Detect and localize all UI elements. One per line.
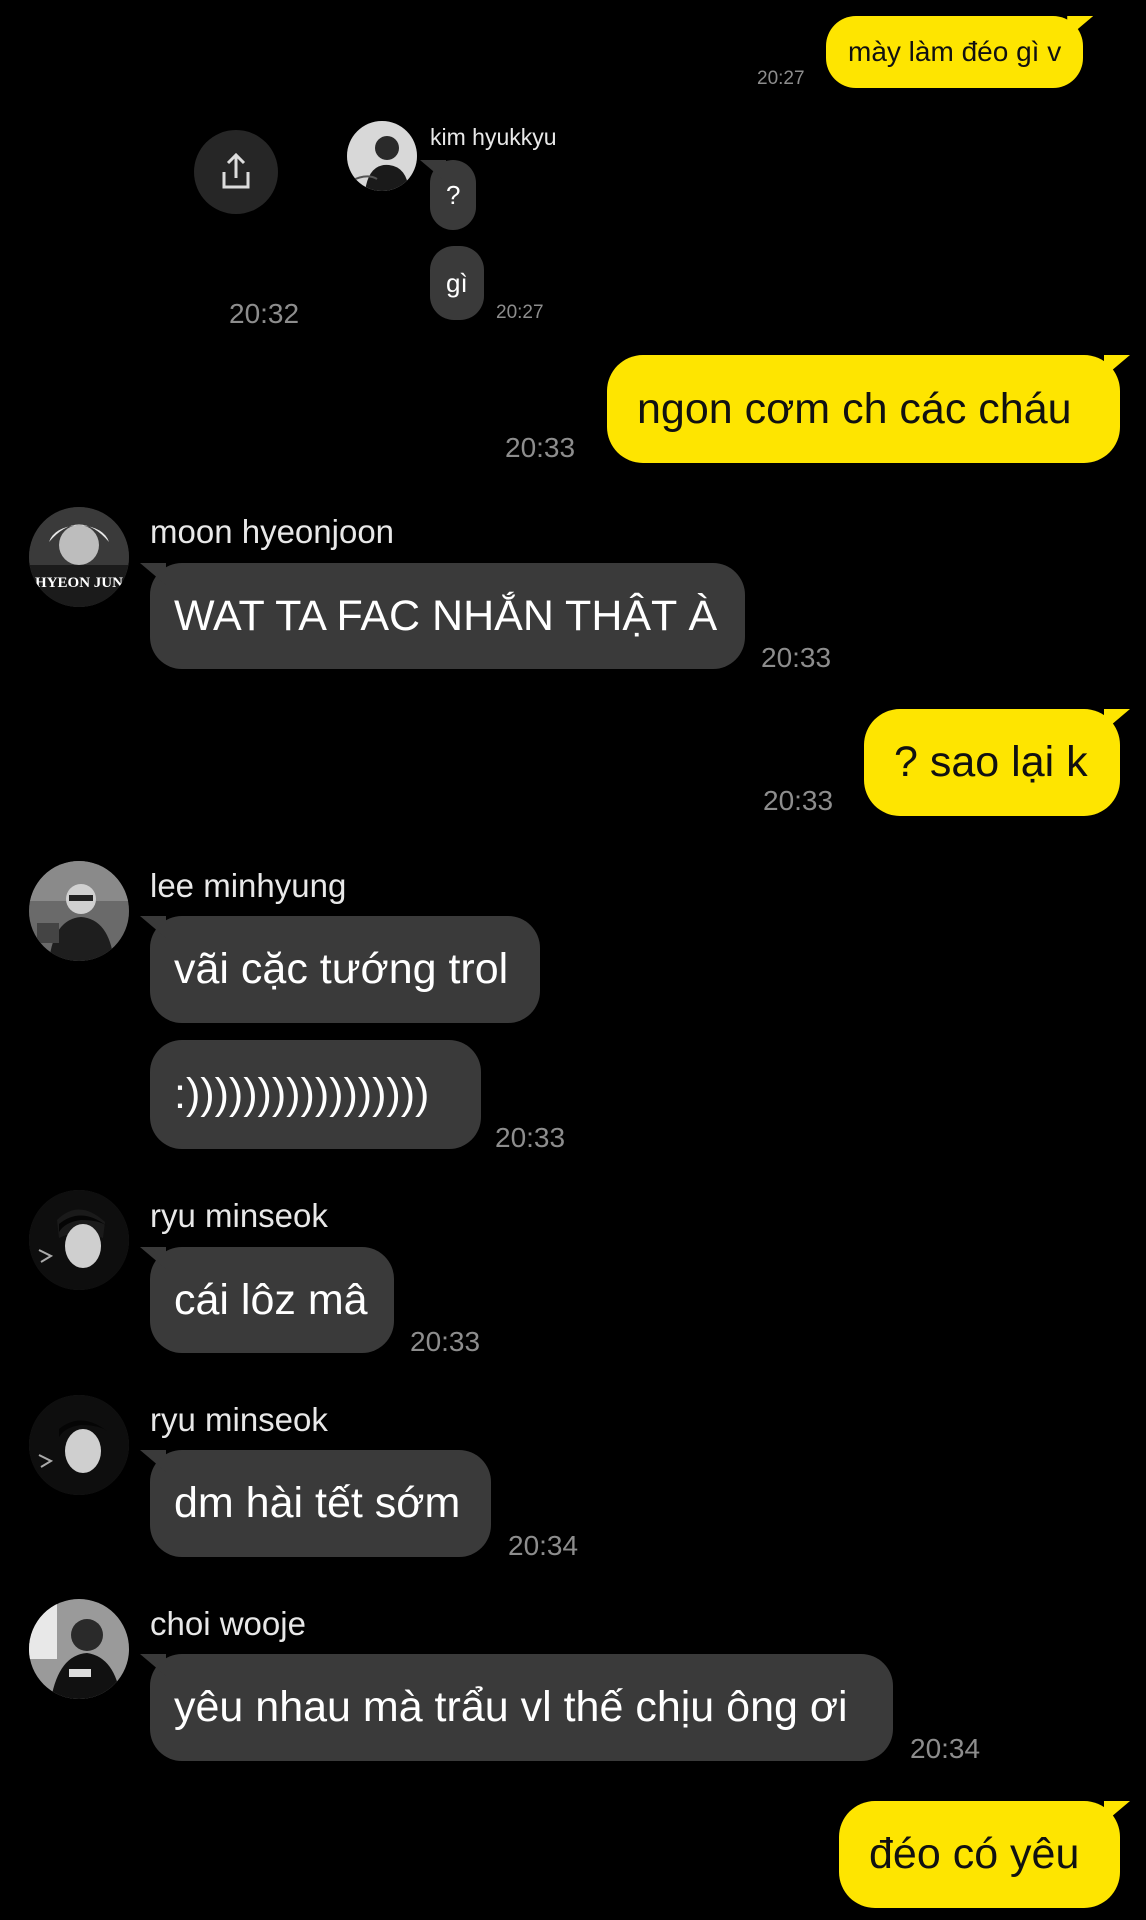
share-icon	[222, 152, 250, 189]
timestamp: 20:34	[508, 1530, 579, 1561]
message-bubble-outgoing[interactable]: mày làm đéo gì v	[826, 16, 1084, 88]
timestamp: 20:33	[763, 785, 834, 816]
avatar-photo	[347, 121, 417, 191]
avatar[interactable]	[29, 1599, 129, 1699]
avatar-photo	[29, 861, 129, 961]
timestamp: 20:33	[505, 432, 576, 463]
avatar-photo	[29, 1599, 129, 1699]
message-bubble-incoming[interactable]: dm hài tết sớm	[150, 1450, 491, 1557]
message-bubble-incoming[interactable]: gì	[430, 246, 484, 320]
message-bubble-outgoing[interactable]: đéo có yêu	[839, 1801, 1120, 1908]
sender-name: ryu minseok	[150, 1197, 328, 1234]
message-bubble-incoming[interactable]: :)))))))))))))))))	[150, 1040, 481, 1149]
avatar[interactable]	[29, 1190, 129, 1290]
sender-name: ryu minseok	[150, 1401, 328, 1438]
message-bubble-incoming[interactable]: yêu nhau mà trẩu vl thế chịu ông ơi	[150, 1654, 893, 1761]
timestamp: 20:27	[757, 68, 805, 89]
message-bubble-incoming[interactable]: vãi cặc tướng trol	[150, 916, 540, 1023]
avatar-photo	[29, 1395, 129, 1495]
avatar[interactable]	[29, 861, 129, 961]
avatar-caption: HYEON JUN	[35, 575, 123, 591]
sender-name: lee minhyung	[150, 867, 347, 904]
avatar-photo	[29, 1190, 129, 1290]
avatar[interactable]	[29, 1395, 129, 1495]
avatar[interactable]	[347, 121, 417, 191]
timestamp: 20:27	[496, 302, 544, 323]
timestamp: 20:34	[910, 1733, 981, 1764]
message-bubble-outgoing[interactable]: ngon cơm ch các cháu	[607, 355, 1120, 463]
sender-name: moon hyeonjoon	[150, 513, 395, 550]
timestamp: 20:33	[761, 642, 832, 673]
avatar-photo: HYEON JUN	[29, 507, 129, 607]
timestamp: 20:33	[410, 1326, 481, 1357]
avatar[interactable]: HYEON JUN	[29, 507, 129, 607]
share-button[interactable]	[194, 130, 278, 214]
sender-name: choi wooje	[150, 1605, 306, 1642]
message-bubble-outgoing[interactable]: ? sao lại k	[864, 709, 1120, 816]
timestamp: 20:32	[229, 298, 300, 329]
message-bubble-incoming[interactable]: ?	[430, 160, 477, 230]
message-bubble-incoming[interactable]: WAT TA FAC NHẮN THẬT À	[150, 563, 745, 669]
message-bubble-incoming[interactable]: cái lôz mâ	[150, 1247, 394, 1353]
timestamp: 20:33	[495, 1122, 566, 1153]
sender-name: kim hyukkyu	[430, 124, 557, 150]
